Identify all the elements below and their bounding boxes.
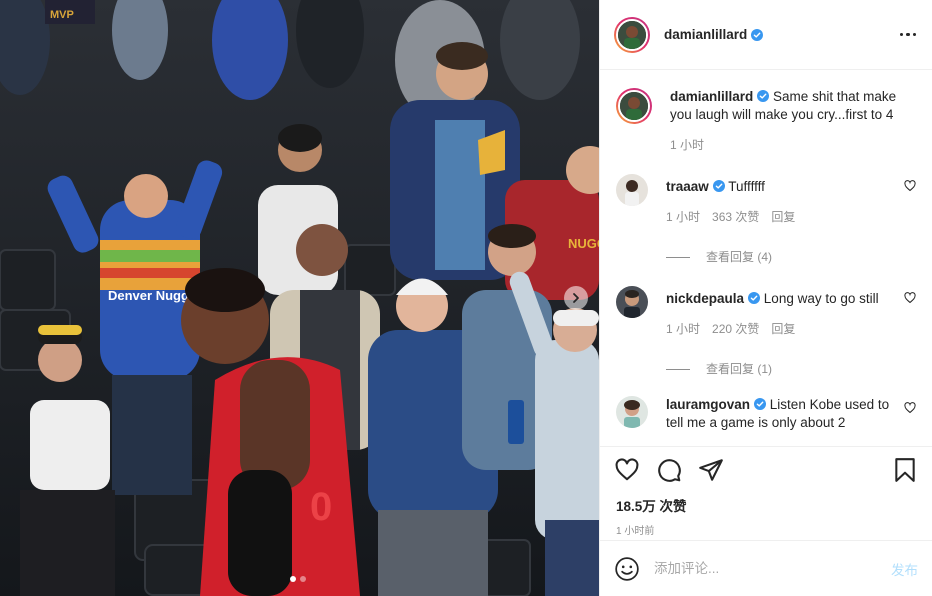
more-options-button[interactable] xyxy=(899,32,916,37)
commenter-avatar[interactable] xyxy=(616,396,648,428)
comment-icon xyxy=(658,459,681,482)
replies-divider xyxy=(666,368,690,370)
avatar-image xyxy=(616,174,648,206)
author-username[interactable]: damianlillard xyxy=(664,27,747,42)
chevron-right-icon xyxy=(573,293,579,303)
caption: damianlillard Same shit that make you la… xyxy=(616,88,916,154)
post-comment-button[interactable]: 发布 xyxy=(891,559,918,579)
verified-badge-icon xyxy=(757,90,770,102)
avatar-image xyxy=(616,396,648,428)
like-button[interactable] xyxy=(614,457,640,483)
comments-list: damianlillard Same shit that make you la… xyxy=(600,70,932,446)
carousel-dot-active xyxy=(290,576,296,582)
comment-button[interactable] xyxy=(656,457,682,483)
author-avatar[interactable] xyxy=(614,16,650,53)
post-side-panel: damianlillard damianlillard Same shit th… xyxy=(599,0,932,596)
comment-item: lauramgovan Listen Kobe used to tell me … xyxy=(616,396,916,432)
more-horizontal-icon xyxy=(899,32,903,37)
comment-username[interactable]: traaaw xyxy=(666,179,709,194)
comment-text: Long way to go still xyxy=(763,291,879,306)
heart-icon[interactable] xyxy=(904,402,916,414)
comment-composer: 发布 xyxy=(600,540,932,596)
caption-avatar[interactable] xyxy=(616,88,652,124)
heart-icon[interactable] xyxy=(904,292,916,304)
caption-username[interactable]: damianlillard xyxy=(670,89,753,104)
save-button[interactable] xyxy=(892,457,918,483)
avatar-image xyxy=(620,92,648,120)
likes-count[interactable]: 18.5万 次赞 xyxy=(616,495,932,515)
share-button[interactable] xyxy=(698,457,724,483)
verified-badge-icon xyxy=(748,292,761,304)
comment-meta: 1 小时 363 次赞 回复 xyxy=(666,208,896,226)
post-header: damianlillard xyxy=(600,0,932,70)
carousel-dot xyxy=(300,576,306,582)
carousel-indicator xyxy=(290,576,306,582)
paper-plane-icon xyxy=(699,459,723,481)
view-replies-label: 查看回复 (4) xyxy=(706,250,773,264)
avatar-image xyxy=(616,286,648,318)
crowd-photo-illustration: MVP Denver Nuggets NUG 0 xyxy=(0,0,599,596)
comment-time[interactable]: 1 小时 xyxy=(666,320,700,338)
emoji-icon[interactable] xyxy=(614,556,640,582)
comment-item: traaaw Tuffffff 1 小时 363 次赞 回复 查看回复 (4) xyxy=(616,174,916,266)
commenter-avatar[interactable] xyxy=(616,286,648,318)
commenter-avatar[interactable] xyxy=(616,174,648,206)
heart-icon[interactable] xyxy=(904,180,916,192)
action-icons-row xyxy=(600,447,932,483)
heart-icon xyxy=(615,458,639,481)
nuggets-hoodie-text: NUGG xyxy=(568,236,599,251)
comment-username[interactable]: lauramgovan xyxy=(666,397,750,412)
view-replies-button[interactable]: 查看回复 (1) xyxy=(666,360,896,378)
comment-time[interactable]: 1 小时 xyxy=(666,208,700,226)
reply-button[interactable]: 回复 xyxy=(771,208,795,226)
mvp-banner-text: MVP xyxy=(50,9,74,21)
view-replies-button[interactable]: 查看回复 (4) xyxy=(666,248,896,266)
verified-badge-icon xyxy=(712,180,725,192)
comment-input[interactable] xyxy=(654,561,891,576)
comment-username[interactable]: nickdepaula xyxy=(666,291,744,306)
comment-text: Tuffffff xyxy=(728,179,765,194)
comment-meta: 1 小时 220 次赞 回复 xyxy=(666,320,896,338)
verified-badge-icon xyxy=(751,28,764,41)
post-photo[interactable]: MVP Denver Nuggets NUG 0 xyxy=(0,0,599,596)
verified-badge-icon xyxy=(754,398,767,410)
comment-likes[interactable]: 220 次赞 xyxy=(712,320,759,338)
replies-divider xyxy=(666,256,690,258)
post-actions: 18.5万 次赞 1 小时前 发布 xyxy=(600,446,932,596)
caption-meta: 1 小时 xyxy=(670,136,916,154)
bookmark-icon xyxy=(895,458,915,482)
post-time[interactable]: 1 小时前 xyxy=(616,522,932,537)
avatar-image xyxy=(618,20,646,49)
svg-text:0: 0 xyxy=(310,485,332,529)
reply-button[interactable]: 回复 xyxy=(771,320,795,338)
caption-time[interactable]: 1 小时 xyxy=(670,136,704,154)
view-replies-label: 查看回复 (1) xyxy=(706,362,773,376)
comment-likes[interactable]: 363 次赞 xyxy=(712,208,759,226)
comment-item: nickdepaula Long way to go still 1 小时 22… xyxy=(616,286,916,378)
instagram-post: MVP Denver Nuggets NUG 0 damianlillard d… xyxy=(0,0,932,596)
next-slide-button[interactable] xyxy=(564,286,588,310)
